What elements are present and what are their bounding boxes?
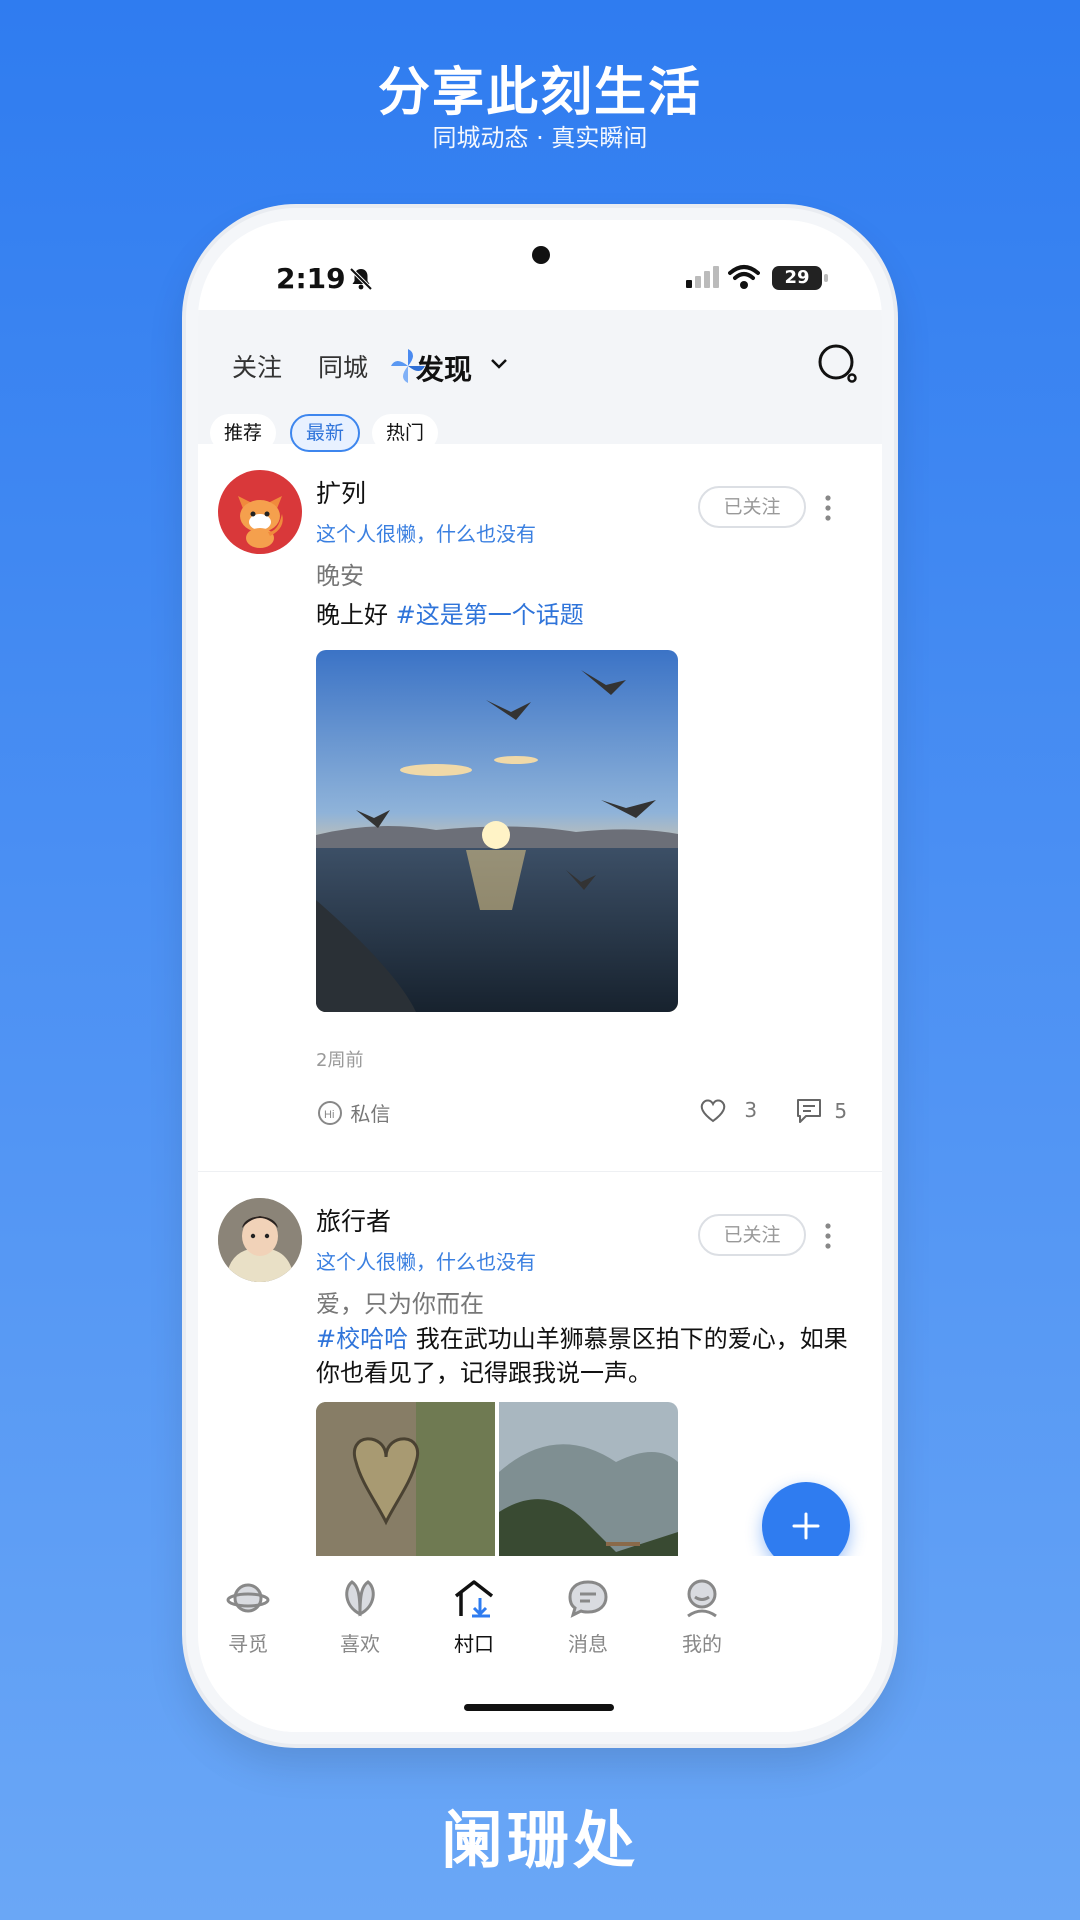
nav-label: 消息: [568, 1632, 608, 1656]
post-title: 爱，只为你而在: [316, 1290, 484, 1318]
search-icon[interactable]: [816, 342, 860, 386]
nav-item-messages[interactable]: 消息: [538, 1578, 638, 1657]
more-vertical-icon[interactable]: [824, 494, 832, 522]
feed-list: 扩列 这个人很懒，什么也没有 已关注 晚安 晚上好 #这是第一个话题 2周前 H…: [198, 444, 882, 1632]
like-count: 3: [744, 1098, 758, 1122]
chat-bubble-icon: [568, 1580, 608, 1618]
battery-indicator: 29: [772, 266, 822, 290]
post-timestamp: 2周前: [316, 1050, 364, 1071]
nav-label: 我的: [682, 1632, 722, 1656]
tab-local[interactable]: 同城: [318, 348, 368, 384]
avatar[interactable]: [218, 1198, 302, 1282]
post-photo-grid[interactable]: [316, 1402, 678, 1582]
home-indicator[interactable]: [464, 1704, 614, 1711]
nav-item-likes[interactable]: 喜欢: [310, 1578, 410, 1657]
nav-item-explore[interactable]: 寻觅: [198, 1578, 298, 1657]
front-camera: [532, 246, 550, 264]
tab-follow[interactable]: 关注: [232, 348, 282, 384]
post-username[interactable]: 扩列: [316, 474, 366, 510]
svg-text:Hi: Hi: [324, 1109, 334, 1121]
planet-icon: [226, 1583, 270, 1613]
like-action[interactable]: 3: [698, 1096, 757, 1124]
phone-frame: 2:19 29 关注 同城 发现 推荐 最新 热门 扩列 这个人很懒，什么也没有…: [186, 208, 894, 1744]
wifi-icon: [728, 265, 760, 289]
follow-button[interactable]: 已关注: [698, 1214, 806, 1256]
comment-icon: [797, 1099, 821, 1123]
comment-action[interactable]: 5: [794, 1096, 847, 1126]
battery-tip: [824, 274, 828, 282]
post-text: #校哈哈 我在武功山羊狮慕景区拍下的爱心，如果你也看见了，记得跟我说一声。: [316, 1322, 856, 1390]
cellular-signal-icon: [686, 266, 719, 288]
brand-logo: 阑珊处: [440, 1804, 639, 1877]
post-username[interactable]: 旅行者: [316, 1202, 391, 1238]
avatar[interactable]: [218, 470, 302, 554]
nav-label: 寻觅: [228, 1632, 268, 1656]
feed-post[interactable]: 扩列 这个人很懒，什么也没有 已关注 晚安 晚上好 #这是第一个话题 2周前 H…: [198, 444, 882, 1172]
app-screen: 2:19 29 关注 同城 发现 推荐 最新 热门 扩列 这个人很懒，什么也没有…: [198, 220, 882, 1732]
dm-action[interactable]: Hi 私信: [316, 1098, 390, 1127]
bell-muted-icon: [349, 267, 373, 291]
dm-label: 私信: [350, 1102, 391, 1126]
post-topic-link[interactable]: #这是第一个话题: [396, 601, 584, 629]
post-photo-sunset[interactable]: [316, 650, 678, 1012]
post-user-bio: 这个人很懒，什么也没有: [316, 522, 536, 546]
more-vertical-icon[interactable]: [824, 1222, 832, 1250]
leaf-heart-icon: [345, 1580, 375, 1617]
chevron-down-icon[interactable]: [490, 358, 508, 370]
child-avatar-icon: [218, 1198, 302, 1282]
home-icon: [454, 1580, 494, 1618]
sunset-seagulls-image: [316, 650, 678, 1012]
post-title: 晚安: [316, 562, 364, 590]
heart-icon: [700, 1099, 726, 1123]
tab-discover[interactable]: 发现: [416, 348, 472, 388]
post-body: 晚上好: [316, 601, 396, 629]
status-time: 2:19: [276, 262, 346, 295]
promo-subtitle: 同城动态 · 真实瞬间: [432, 124, 648, 152]
post-user-bio: 这个人很懒，什么也没有: [316, 1250, 536, 1274]
comment-count: 5: [834, 1099, 848, 1123]
hi-bubble-icon: Hi: [318, 1100, 342, 1125]
promo-title: 分享此刻生活: [377, 63, 702, 123]
fox-avatar-icon: [238, 496, 283, 548]
follow-button[interactable]: 已关注: [698, 486, 806, 528]
nav-label: 村口: [454, 1632, 494, 1656]
feed-header: 关注 同城 发现 推荐 最新 热门: [198, 310, 882, 452]
post-text: 晚上好 #这是第一个话题: [316, 598, 856, 632]
post-topic-link[interactable]: #校哈哈: [316, 1325, 408, 1353]
heart-rock-and-mountain-images: [316, 1402, 678, 1582]
user-smile-icon: [687, 1579, 717, 1618]
nav-label: 喜欢: [340, 1632, 380, 1656]
nav-item-profile[interactable]: 我的: [652, 1578, 752, 1657]
nav-item-village[interactable]: 村口: [424, 1578, 524, 1657]
